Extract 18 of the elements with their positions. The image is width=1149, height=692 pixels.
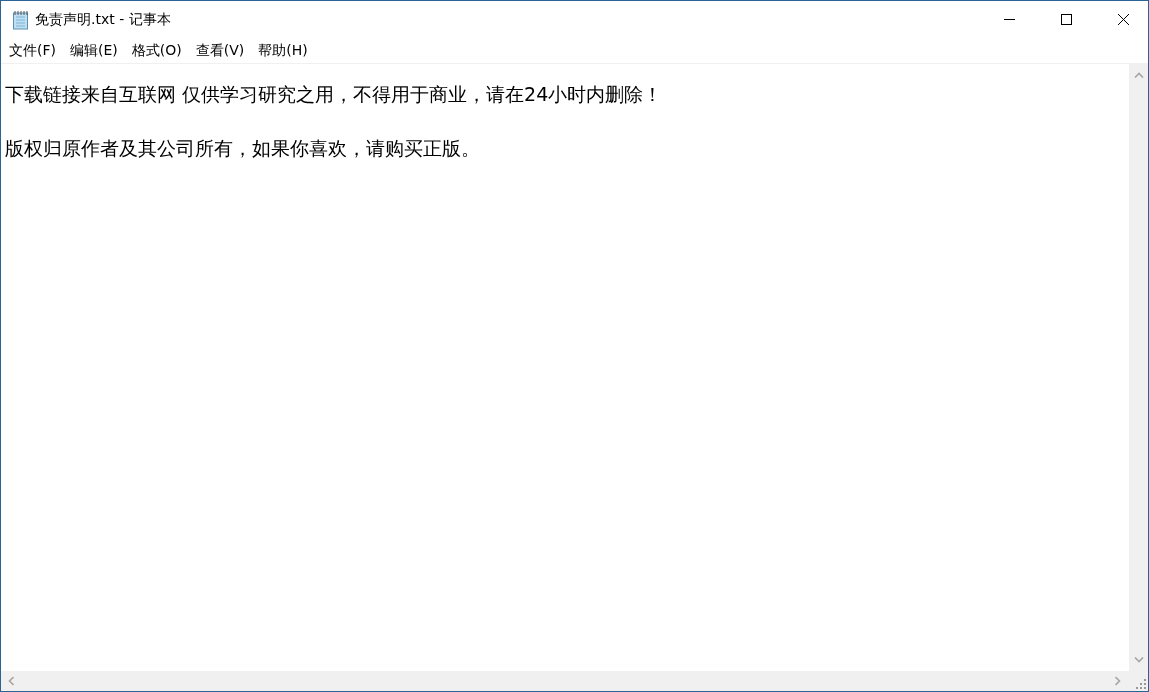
window-title: 免责声明.txt - 记事本 [35,10,171,29]
menu-item[interactable]: 查看(V) [188,41,252,60]
scroll-right-icon [1115,676,1121,686]
menu-item[interactable]: 格式(O) [124,41,189,60]
menu-item[interactable]: 编辑(E) [63,41,125,60]
document-line: 版权归原作者及其公司所有，如果你喜欢，请购买正版。 [5,136,481,161]
maximize-icon [1060,14,1072,25]
menu-item[interactable]: 帮助(H) [251,41,315,60]
notepad-icon [12,9,29,30]
menu-item[interactable]: 文件(F) [2,41,63,60]
close-icon [1117,14,1129,25]
vertical-scrollbar[interactable] [1129,64,1148,671]
document-line: 下载链接来自互联网 仅供学习研究之用，不得用于商业，请在24小时内删除！ [5,82,664,107]
scroll-down-icon [1133,657,1144,663]
scroll-left-icon [8,676,14,686]
horizontal-scrollbar[interactable] [1,671,1129,691]
scroll-up-icon [1133,72,1144,78]
resize-grip-icon [1136,679,1146,689]
